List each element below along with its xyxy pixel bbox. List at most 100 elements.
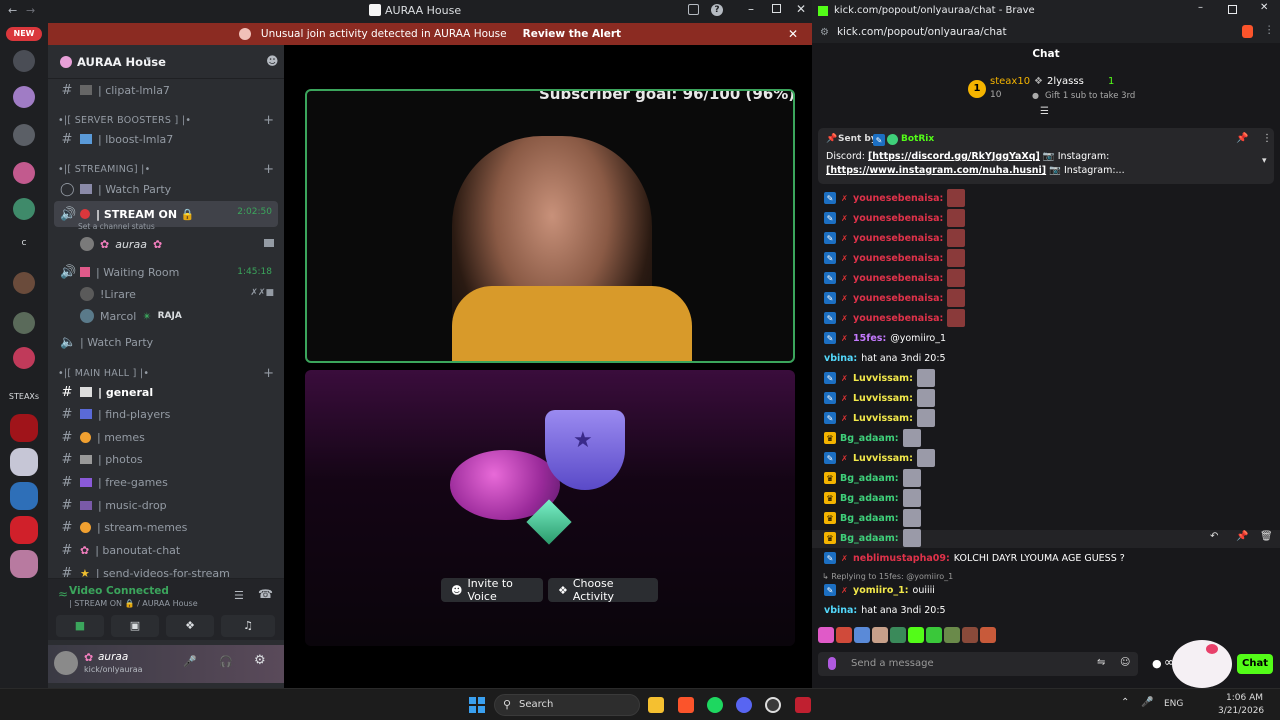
voice-location[interactable]: | STREAM ON 🔒 / AURAA House bbox=[69, 599, 198, 608]
noise-icon[interactable]: ☰ bbox=[234, 589, 244, 602]
server-icon[interactable] bbox=[10, 482, 38, 510]
translate-icon[interactable]: ⇋ bbox=[1097, 657, 1105, 668]
chat-message[interactable]: ✎ ✗ Luvvissam: bbox=[824, 369, 935, 387]
spotify-icon[interactable] bbox=[707, 697, 723, 713]
chat-username[interactable]: Bg_adaam: bbox=[840, 473, 899, 484]
emote-icon[interactable] bbox=[890, 627, 906, 643]
menu-icon[interactable]: ⋮ bbox=[1264, 24, 1275, 36]
chat-username[interactable]: Luvvissam: bbox=[853, 413, 913, 424]
channel-clipat[interactable]: # | clipat-lmla7 bbox=[54, 79, 278, 101]
chat-username[interactable]: younesebenaisa: bbox=[853, 313, 943, 324]
settings-gear-icon[interactable]: ⚙ bbox=[254, 653, 266, 668]
chat-username[interactable]: younesebenaisa: bbox=[853, 273, 943, 284]
soundboard-button[interactable]: ♫ bbox=[221, 615, 275, 637]
channel-photos[interactable]: # | photos bbox=[54, 448, 278, 470]
channel-watch-party[interactable]: ◯ | Watch Party bbox=[54, 178, 278, 200]
chat-message[interactable]: vbina: hat ana 3ndi 20:5 bbox=[824, 601, 946, 619]
emote-icon[interactable] bbox=[944, 627, 960, 643]
voice-user-auraa[interactable]: ✿ auraa ✿ bbox=[74, 233, 278, 255]
review-alert-link[interactable]: Review the Alert bbox=[523, 28, 621, 40]
server-letter[interactable]: c bbox=[13, 238, 35, 252]
minimize-icon[interactable]: – bbox=[748, 2, 754, 16]
chat-username[interactable]: younesebenaisa: bbox=[853, 193, 943, 204]
tray-chevron-icon[interactable]: ⌃ bbox=[1121, 697, 1129, 708]
chat-message[interactable]: ✎ ✗ Luvvissam: bbox=[824, 449, 935, 467]
brave-shield-icon[interactable] bbox=[1242, 25, 1253, 38]
unpin-icon[interactable]: 📌 bbox=[1236, 133, 1248, 144]
category-streaming[interactable]: •|[ STREAMING] |• bbox=[58, 164, 151, 175]
server-icon[interactable] bbox=[10, 550, 38, 578]
gift-text[interactable]: Gift 1 sub to take 3rd bbox=[1045, 91, 1135, 101]
channel-music-drop[interactable]: # | music-drop bbox=[54, 494, 278, 516]
file-explorer-icon[interactable] bbox=[648, 697, 664, 713]
server-icon[interactable] bbox=[13, 347, 35, 369]
maximize-icon[interactable] bbox=[1228, 5, 1237, 14]
pin-message-icon[interactable]: 📌 bbox=[1236, 531, 1248, 542]
chat-message[interactable]: ♛ Bg_adaam: bbox=[824, 469, 921, 487]
emote-icon[interactable] bbox=[962, 627, 978, 643]
chat-username[interactable]: Luvvissam: bbox=[853, 393, 913, 404]
brave-icon[interactable] bbox=[678, 697, 694, 713]
server-icon[interactable] bbox=[10, 448, 38, 476]
steam-icon[interactable] bbox=[765, 697, 781, 713]
emoji-icon[interactable]: ☺ bbox=[1120, 657, 1130, 668]
language-indicator[interactable]: ENG bbox=[1164, 699, 1183, 709]
server-icon[interactable] bbox=[10, 516, 38, 544]
chat-message[interactable]: vbina: hat ana 3ndi 20:5 bbox=[824, 349, 946, 367]
chat-username[interactable]: younesebenaisa: bbox=[853, 253, 943, 264]
chat-message[interactable]: ✎ ✗ Luvvissam: bbox=[824, 409, 935, 427]
server-icon[interactable] bbox=[13, 124, 35, 146]
inbox-icon[interactable] bbox=[688, 4, 699, 15]
delete-icon[interactable]: 🗑 bbox=[1260, 531, 1273, 542]
taskbar-search[interactable]: ⚲ Search bbox=[494, 694, 640, 716]
server-icon[interactable] bbox=[13, 162, 35, 184]
chat-send-button[interactable]: Chat bbox=[1237, 654, 1273, 674]
add-channel-icon[interactable]: + bbox=[263, 162, 274, 177]
back-arrow-icon[interactable]: ← bbox=[8, 4, 17, 17]
minimize-icon[interactable]: – bbox=[1198, 2, 1203, 13]
channel-find-players[interactable]: # | find-players bbox=[54, 403, 278, 425]
webcam-video-tile[interactable]: Subscriber goal: 96/100 (96%) bbox=[305, 89, 795, 363]
choose-activity-button[interactable]: ❖ Choose Activity bbox=[548, 577, 658, 603]
chat-message[interactable]: ✎ ✗ neblimustapha09: KOLCHI DAYR LYOUMA AGE… bbox=[824, 549, 1125, 567]
chat-message[interactable]: ✎ ✗ younesebenaisa: bbox=[824, 289, 966, 307]
message-placeholder[interactable]: Send a message bbox=[851, 658, 934, 669]
chat-message[interactable]: ✎ ✗ younesebenaisa: bbox=[824, 189, 966, 207]
close-icon[interactable]: ✕ bbox=[1260, 2, 1268, 13]
emote-icon[interactable] bbox=[872, 627, 888, 643]
channel-banoutat-chat[interactable]: # ✿ | banoutat-chat bbox=[54, 539, 278, 561]
url-text[interactable]: kick.com/popout/onlyauraa/chat bbox=[837, 26, 1007, 38]
chat-message[interactable]: ✎ ✗ yomiiro_1: ouiiii bbox=[824, 581, 935, 599]
chat-message[interactable]: ♛ Bg_adaam: bbox=[824, 489, 921, 507]
chat-message[interactable]: ✎ ✗ younesebenaisa: bbox=[824, 229, 966, 247]
more-icon[interactable]: ⋮ bbox=[1262, 133, 1272, 144]
channel-free-games[interactable]: # | free-games bbox=[54, 471, 278, 493]
chat-message[interactable]: ✎ ✗ younesebenaisa: bbox=[824, 269, 966, 287]
add-channel-icon[interactable]: + bbox=[263, 113, 274, 128]
chat-username[interactable]: younesebenaisa: bbox=[853, 213, 943, 224]
emote-icon[interactable] bbox=[908, 627, 924, 643]
address-bar[interactable]: ⚙ kick.com/popout/onlyauraa/chat ⋮ bbox=[812, 21, 1280, 43]
server-icon[interactable] bbox=[13, 312, 35, 334]
chat-username[interactable]: vbina: bbox=[824, 605, 857, 616]
tray-mic-icon[interactable]: 🎤 bbox=[1141, 697, 1153, 708]
chat-input[interactable]: Send a message ⇋ ☺ bbox=[818, 652, 1138, 676]
emote-icon[interactable] bbox=[854, 627, 870, 643]
points-icon[interactable]: ● bbox=[1152, 657, 1162, 670]
chat-username[interactable]: Luvvissam: bbox=[853, 373, 913, 384]
expand-icon[interactable]: ☰ bbox=[1040, 106, 1049, 117]
chat-username[interactable]: younesebenaisa: bbox=[853, 233, 943, 244]
chat-message[interactable]: ✎ ✗ younesebenaisa: bbox=[824, 249, 966, 267]
clock-date[interactable]: 3/21/2026 bbox=[1218, 706, 1264, 716]
server-icon[interactable] bbox=[13, 50, 35, 72]
headphones-icon[interactable]: 🎧 bbox=[219, 655, 233, 668]
disconnect-icon[interactable]: ☎ bbox=[258, 587, 273, 601]
chat-message[interactable]: ✎ ✗ younesebenaisa: bbox=[824, 309, 966, 327]
channel-general[interactable]: # | general bbox=[54, 381, 278, 403]
screen-share-button[interactable]: ▣ bbox=[111, 615, 159, 637]
chat-message[interactable]: ♛ Bg_adaam: bbox=[824, 529, 921, 547]
close-icon[interactable]: ✕ bbox=[796, 2, 806, 16]
server-icon[interactable] bbox=[13, 86, 35, 108]
reply-icon[interactable]: ↶ bbox=[1210, 531, 1218, 542]
new-badge[interactable]: NEW bbox=[6, 27, 42, 41]
